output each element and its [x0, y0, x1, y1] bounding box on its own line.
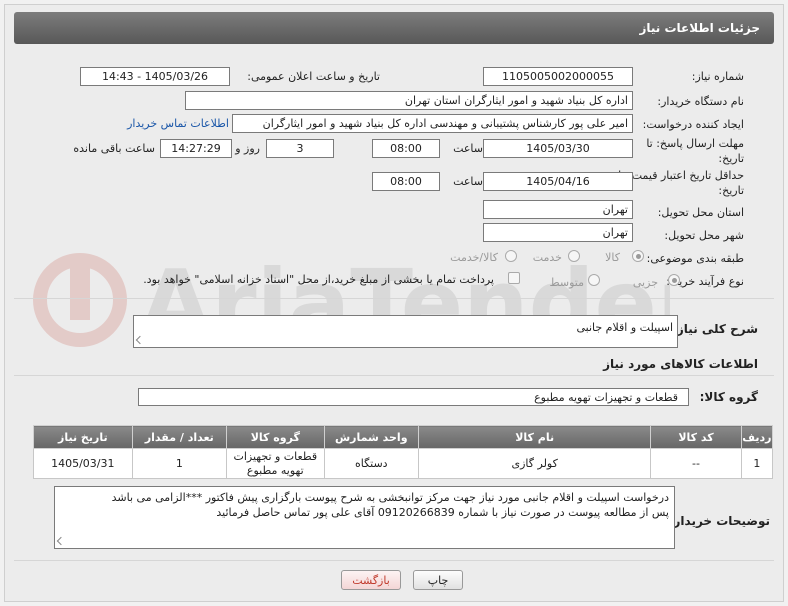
goods-group-label: گروه کالا:	[699, 390, 758, 404]
province-field: تهران	[483, 200, 633, 219]
page-title: جزئیات اطلاعات نیاز	[639, 21, 760, 35]
reply-deadline-label: مهلت ارسال پاسخ: تا تاریخ:	[646, 137, 744, 165]
category-radio-goods[interactable]	[632, 250, 644, 262]
goods-group-field: قطعات و تجهیزات تهویه مطبوع	[138, 388, 689, 406]
page-header: جزئیات اطلاعات نیاز	[14, 12, 774, 44]
category-radio-service[interactable]	[568, 250, 580, 262]
city-field: تهران	[483, 223, 633, 242]
payment-note: پرداخت تمام یا بخشی از مبلغ خرید،از محل …	[143, 273, 494, 286]
cell-quantity: 1	[131, 448, 228, 479]
col-name: نام کالا	[417, 425, 652, 449]
announce-field: 1405/03/26 - 14:43	[80, 67, 230, 86]
cell-row: 1	[740, 448, 774, 479]
process-option-minor: جزیی	[632, 276, 658, 289]
province-label: استان محل تحویل:	[657, 206, 744, 219]
need-number-field: 1105005002000055	[483, 67, 633, 86]
items-table-header: ردیف کد کالا نام کالا واحد شمارش گروه کا…	[33, 425, 774, 449]
price-validity-label: حداقل تاریخ اعتبار قیمت: تا تاریخ:	[618, 169, 744, 197]
table-row: 1 -- کولر گازی دستگاه قطعات و تجهیزات ته…	[33, 448, 774, 479]
col-quantity: تعداد / مقدار	[131, 425, 228, 449]
buyer-notes-field: درخواست اسپیلت و اقلام جانبی مورد نیاز ج…	[54, 486, 675, 549]
price-time-label: ساعت	[453, 175, 483, 188]
buyer-org-field: اداره کل بنیاد شهید و امور ایثارگران است…	[185, 91, 633, 110]
cell-name: کولر گازی	[417, 448, 652, 479]
cell-group: قطعات و تجهیزات تهویه مطبوع	[226, 448, 325, 479]
need-number-label: شماره نیاز:	[691, 70, 744, 83]
process-option-medium: متوسط	[549, 276, 584, 289]
goods-section-title: اطلاعات کالاهای مورد نیاز	[603, 357, 758, 371]
buyer-notes-label: توضیحات خریدار:	[668, 514, 770, 528]
col-row: ردیف	[740, 425, 774, 449]
col-unit: واحد شمارش	[323, 425, 419, 449]
buyer-org-label: نام دستگاه خریدار:	[657, 95, 744, 108]
buyer-contact-link[interactable]: اطلاعات تماس خریدار	[127, 117, 229, 130]
back-button[interactable]: بازگشت	[341, 570, 401, 590]
reply-time-label: ساعت	[453, 142, 483, 155]
col-group: گروه کالا	[226, 425, 325, 449]
description-label: شرح کلی نیاز:	[672, 322, 758, 336]
price-time-field: 08:00	[372, 172, 440, 191]
col-date: تاریخ نیاز	[33, 425, 133, 449]
items-table: ردیف کد کالا نام کالا واحد شمارش گروه کا…	[33, 425, 774, 479]
reply-time-field: 08:00	[372, 139, 440, 158]
buyer-notes-line-2: پس از مطالعه پیوست در صورت نیاز با شماره…	[216, 506, 669, 519]
description-field: اسپیلت و اقلام جانبی	[133, 315, 678, 348]
process-radio-minor[interactable]	[668, 274, 680, 286]
days-label: روز و	[235, 142, 260, 155]
category-option-service: خدمت	[532, 251, 562, 264]
buyer-notes-line-1: درخواست اسپیلت و اقلام جانبی مورد نیاز ج…	[111, 491, 669, 504]
cell-code: --	[650, 448, 742, 479]
remaining-label: ساعت باقی مانده	[73, 142, 155, 155]
requester-field: امیر علی پور کارشناس پشتیبانی و مهندسی ا…	[232, 114, 633, 133]
announce-label: تاریخ و ساعت اعلان عمومی:	[247, 70, 380, 83]
city-label: شهر محل تحویل:	[664, 229, 744, 242]
remaining-time-field: 14:27:29	[160, 139, 232, 158]
category-label: طبقه بندی موضوعی:	[646, 252, 744, 265]
requester-label: ایجاد کننده درخواست:	[642, 118, 744, 131]
payment-checkbox[interactable]	[508, 272, 520, 284]
category-option-both: کالا/خدمت	[450, 251, 498, 264]
cell-unit: دستگاه	[323, 448, 419, 479]
process-radio-medium[interactable]	[588, 274, 600, 286]
category-option-goods: کالا	[605, 251, 620, 264]
reply-date-field: 1405/03/30	[483, 139, 633, 158]
category-radio-both[interactable]	[505, 250, 517, 262]
price-date-field: 1405/04/16	[483, 172, 633, 191]
days-field: 3	[266, 139, 334, 158]
col-code: کد کالا	[650, 425, 742, 449]
cell-date: 1405/03/31	[33, 448, 133, 479]
print-button[interactable]: چاپ	[413, 570, 463, 590]
